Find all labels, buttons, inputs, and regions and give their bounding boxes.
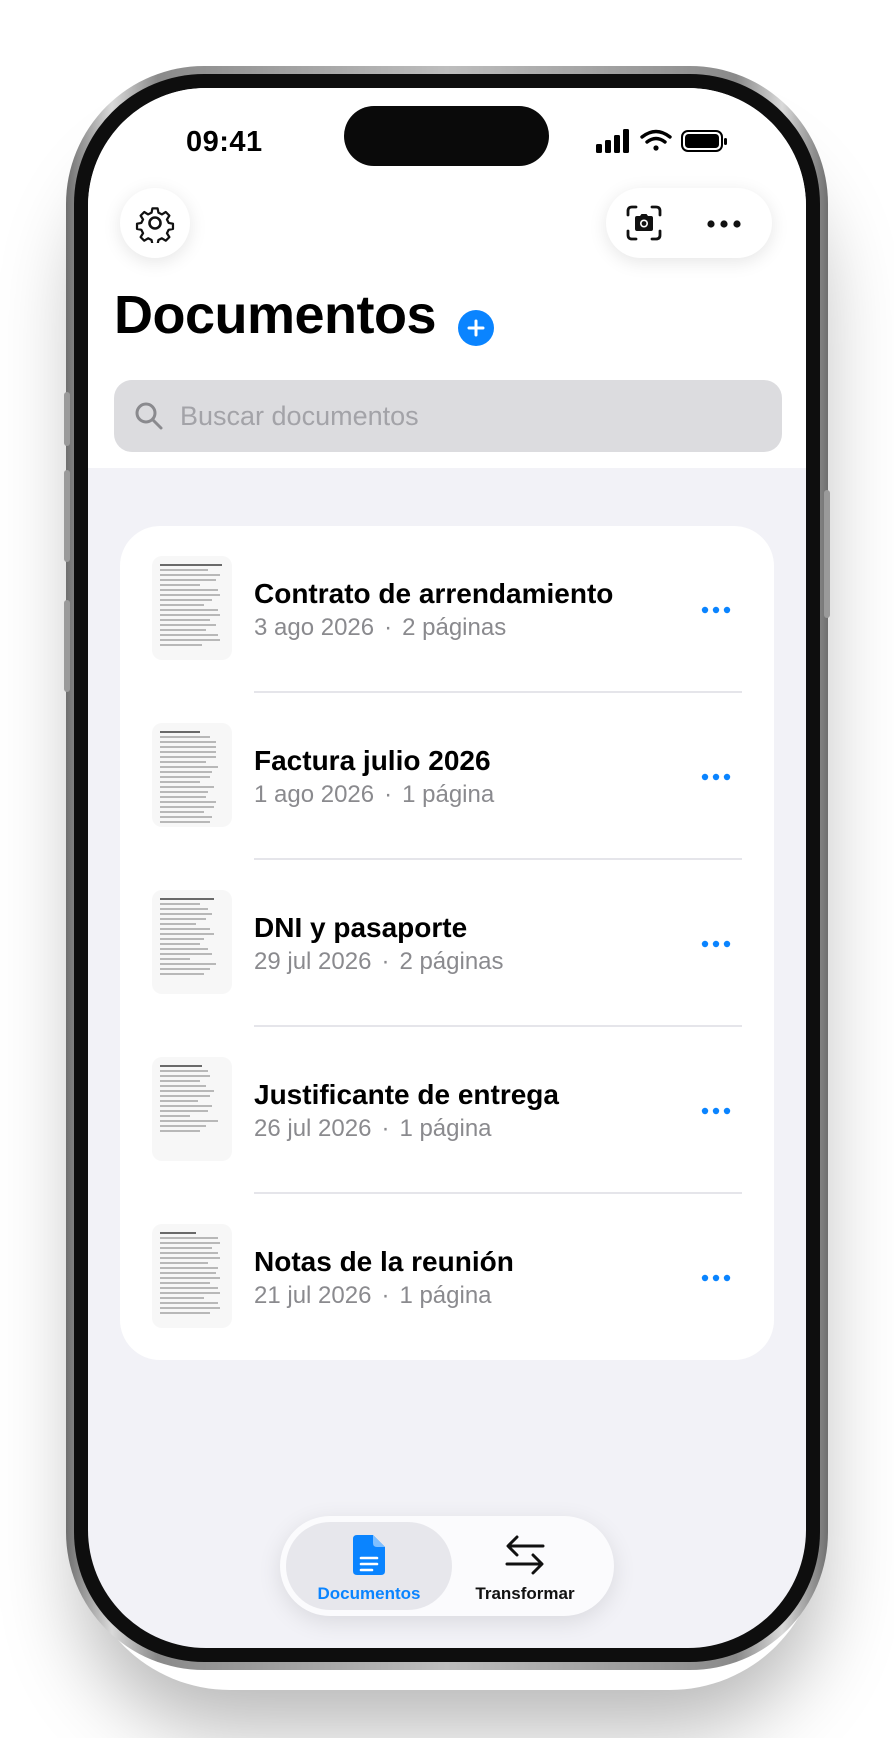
tab-label-documentos: Documentos — [317, 1584, 421, 1603]
document-meta: 26 jul 2026 · 1 página — [254, 1115, 492, 1143]
power-button — [824, 490, 830, 618]
more-icon — [707, 220, 741, 228]
document-row[interactable]: Notas de la reunión 21 jul 2026 · 1 página — [120, 1194, 774, 1361]
tab-label-transformar: Transformar — [475, 1584, 575, 1603]
tab-transformar[interactable]: Transformar — [442, 1522, 608, 1610]
document-icon — [353, 1535, 385, 1575]
app-screen: 09:41 Documentos Buscar documentos Contr… — [88, 88, 806, 1648]
meta-separator: · — [384, 614, 393, 641]
plus-icon — [467, 319, 485, 337]
document-thumbnail — [152, 723, 232, 827]
volume-down-button — [64, 600, 70, 692]
document-date: 29 jul 2026 — [254, 948, 372, 975]
document-meta: 29 jul 2026 · 2 páginas — [254, 948, 504, 976]
battery-icon — [681, 130, 727, 152]
document-pages: 1 página — [399, 1115, 492, 1142]
document-thumbnail — [152, 556, 232, 660]
document-name: Notas de la reunión — [254, 1246, 514, 1277]
gear-icon — [135, 207, 175, 243]
document-date: 26 jul 2026 — [254, 1115, 372, 1142]
status-icons — [596, 128, 728, 154]
document-row[interactable]: Contrato de arrendamiento 3 ago 2026 · 2 pá… — [120, 526, 774, 693]
document-more-button[interactable] — [698, 926, 734, 962]
volume-up-button — [64, 470, 70, 562]
wifi-icon — [640, 129, 672, 151]
tab-bar: Documentos Transformar — [280, 1516, 614, 1616]
document-pages: 2 páginas — [402, 614, 507, 641]
document-date: 21 jul 2026 — [254, 1282, 372, 1309]
document-row[interactable]: Factura julio 2026 1 ago 2026 · 1 página — [120, 693, 774, 860]
document-more-button[interactable] — [698, 1093, 734, 1129]
status-time: 09:41 — [186, 126, 263, 158]
document-thumbnail — [152, 1224, 232, 1328]
document-name: DNI y pasaporte — [254, 912, 468, 943]
settings-button[interactable] — [120, 188, 190, 258]
document-more-button[interactable] — [698, 759, 734, 795]
more-button[interactable] — [706, 216, 742, 234]
document-pages: 2 páginas — [399, 948, 504, 975]
meta-separator: · — [381, 948, 390, 975]
meta-separator: · — [381, 1115, 390, 1142]
document-name: Factura julio 2026 — [254, 745, 491, 776]
camera-scan-icon — [626, 205, 662, 241]
meta-separator: · — [384, 781, 393, 808]
document-meta: 1 ago 2026 · 1 página — [254, 781, 494, 809]
ellipsis-icon — [701, 773, 731, 781]
ellipsis-icon — [701, 1107, 731, 1115]
header-actions — [606, 188, 772, 258]
document-thumbnail — [152, 890, 232, 994]
meta-separator: · — [381, 1282, 390, 1309]
tab-documentos[interactable]: Documentos — [286, 1522, 452, 1610]
document-date: 3 ago 2026 — [254, 614, 375, 641]
document-date: 1 ago 2026 — [254, 781, 375, 808]
document-meta: 3 ago 2026 · 2 páginas — [254, 614, 506, 642]
document-thumbnail — [152, 1057, 232, 1161]
search-icon — [135, 402, 163, 430]
transform-arrows-icon — [505, 1535, 545, 1575]
add-document-button[interactable] — [458, 310, 494, 346]
document-row[interactable]: DNI y pasaporte 29 jul 2026 · 2 páginas — [120, 860, 774, 1027]
ellipsis-icon — [701, 940, 731, 948]
dynamic-island — [344, 106, 549, 166]
action-button — [64, 392, 70, 446]
search-input[interactable] — [180, 380, 760, 452]
ellipsis-icon — [701, 606, 731, 614]
page-title: Documentos — [114, 285, 437, 345]
document-pages: 1 página — [399, 1282, 492, 1309]
document-more-button[interactable] — [698, 1260, 734, 1296]
scan-button[interactable] — [626, 205, 662, 246]
document-list: Contrato de arrendamiento 3 ago 2026 · 2 pá… — [120, 526, 774, 1360]
document-meta: 21 jul 2026 · 1 página — [254, 1282, 492, 1310]
ellipsis-icon — [701, 1274, 731, 1282]
document-name: Justificante de entrega — [254, 1079, 559, 1110]
document-pages: 1 página — [402, 781, 495, 808]
signal-icon — [596, 129, 629, 153]
document-row[interactable]: Justificante de entrega 26 jul 2026 · 1 pág… — [120, 1027, 774, 1194]
document-name: Contrato de arrendamiento — [254, 578, 614, 609]
search-bar — [114, 380, 782, 452]
document-more-button[interactable] — [698, 592, 734, 628]
